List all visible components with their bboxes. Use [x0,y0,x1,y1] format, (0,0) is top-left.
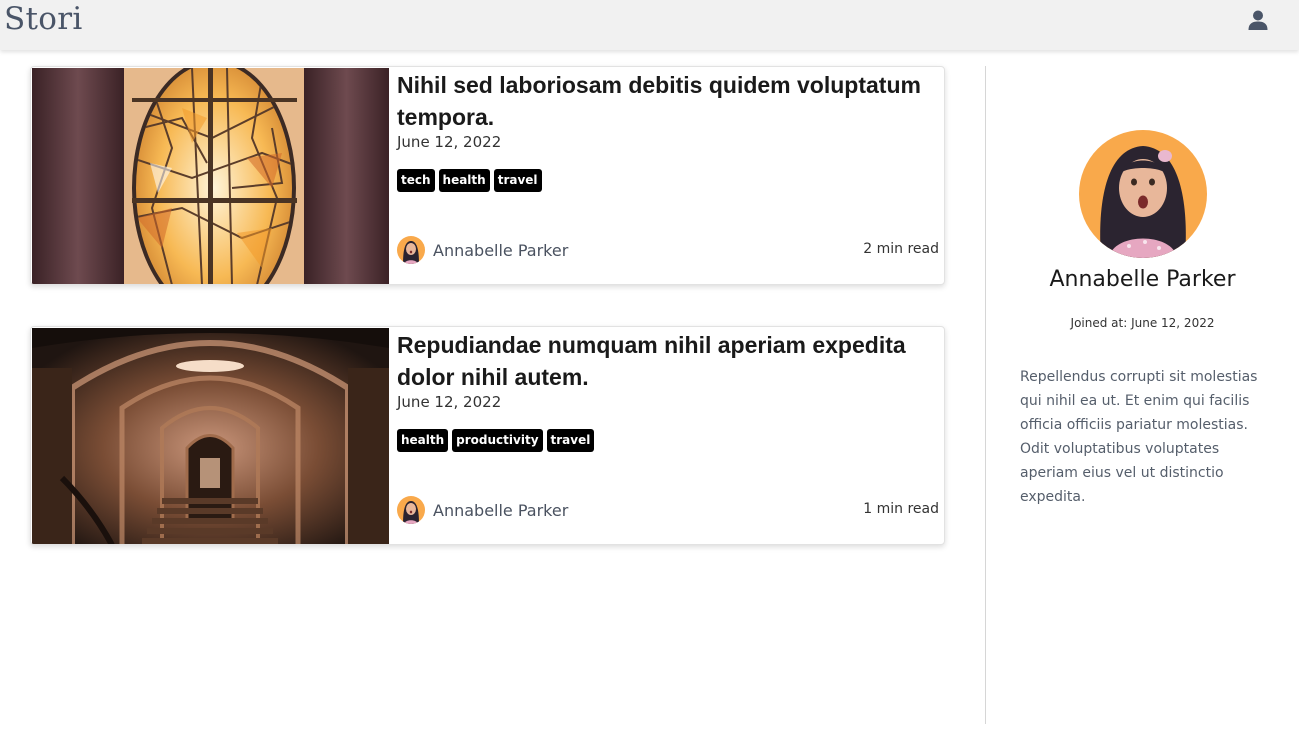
tag[interactable]: productivity [452,429,543,452]
author-avatar [397,236,425,264]
post-image-stained-glass[interactable] [32,68,389,284]
post-date: June 12, 2022 [397,393,502,411]
post-tags: tech health travel [397,169,542,192]
profile-bio: Repellendus corrupti sit molestias qui n… [1020,369,1258,505]
post-body: Repudiandae numquam nihil aperiam expedi… [397,327,941,544]
read-time: 2 min read [863,241,939,257]
post-title[interactable]: Repudiandae numquam nihil aperiam expedi… [397,329,937,393]
tag[interactable]: travel [546,429,595,452]
tag[interactable]: health [397,429,449,452]
post-tags: health productivity travel [397,429,595,452]
brand-logo[interactable]: Stori [4,0,83,38]
post-author[interactable]: Annabelle Parker [397,496,568,524]
profile-joined-date: Joined at: June 12, 2022 [1070,316,1215,330]
post-author[interactable]: Annabelle Parker [397,236,568,264]
read-time: 1 min read [863,501,939,517]
post-body: Nihil sed laboriosam debitis quidem volu… [397,67,941,284]
sidebar-divider [985,66,986,724]
tag[interactable]: travel [493,169,542,192]
navbar: Stori [0,0,1299,50]
post-image-vaulted-corridor[interactable] [32,328,389,544]
author-avatar [397,496,425,524]
user-icon[interactable] [1246,8,1270,32]
post-title[interactable]: Nihil sed laboriosam debitis quidem volu… [397,69,937,133]
profile-avatar [1079,130,1207,258]
tag[interactable]: health [438,169,490,192]
tag[interactable]: tech [397,169,435,192]
post-date: June 12, 2022 [397,133,502,151]
author-name: Annabelle Parker [433,240,569,260]
post-card[interactable]: Nihil sed laboriosam debitis quidem volu… [30,66,945,285]
profile-name: Annabelle Parker [1049,267,1236,292]
post-card[interactable]: Repudiandae numquam nihil aperiam expedi… [30,326,945,545]
author-name: Annabelle Parker [433,500,569,520]
